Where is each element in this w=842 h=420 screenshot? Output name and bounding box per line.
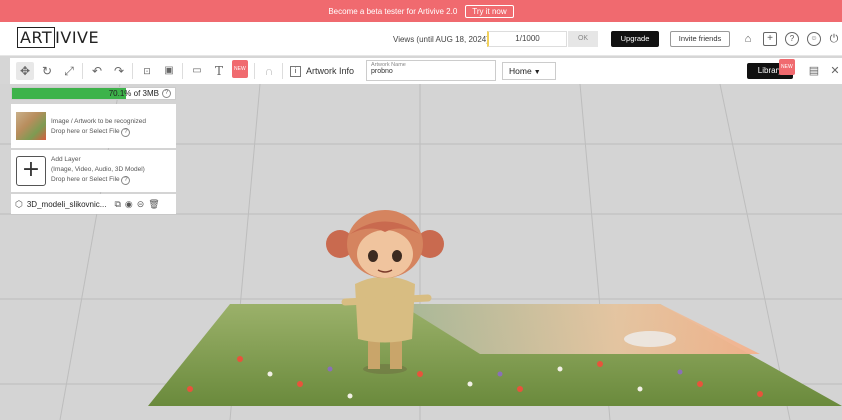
views-label: Views (until AUG 18, 2024) <box>393 35 489 44</box>
trash-icon[interactable]: 🗑 <box>148 199 159 210</box>
layer-item[interactable]: ⬡ 3D_modeli_slikovnic... ⧉ ◉ ⊝ 🗑 <box>11 194 176 214</box>
upgrade-button[interactable]: Upgrade <box>611 31 659 47</box>
add-layer-title: Add Layer <box>51 156 81 163</box>
storage-progress-bar: 70.1% of 3MB ? <box>11 87 176 100</box>
toolbar-divider <box>132 63 133 79</box>
invite-friends-button[interactable]: Invite friends <box>670 31 730 47</box>
artwork-name-field[interactable]: Artwork Name probno <box>366 60 496 81</box>
library-new-badge: NEW <box>779 59 795 75</box>
help-icon[interactable]: ? <box>121 176 131 185</box>
add-layer-plus-icon[interactable]: + <box>16 156 46 186</box>
ok-button[interactable]: OK <box>568 31 598 47</box>
redo-icon[interactable]: ↷ <box>110 62 128 80</box>
visibility-icon[interactable]: ◉ <box>125 199 133 210</box>
help-icon[interactable]: ? <box>121 128 131 137</box>
beta-banner: Become a beta tester for Artivive 2.0 Tr… <box>0 0 842 22</box>
artwork-thumbnail <box>16 112 46 140</box>
folder-icon[interactable]: ▭ <box>188 62 206 80</box>
text-icon[interactable]: T <box>210 62 228 80</box>
frame-icon[interactable]: ▣ <box>160 62 178 80</box>
artwork-name-value: probno <box>371 68 393 75</box>
crop-icon[interactable]: ⊡ <box>138 62 156 80</box>
plus-square-icon[interactable]: + <box>763 32 777 46</box>
move-icon[interactable]: ✥ <box>16 62 34 80</box>
banner-text: Become a beta tester for Artivive 2.0 <box>328 6 458 16</box>
rotate-icon[interactable]: ↻ <box>38 62 56 80</box>
info-icon: i <box>290 65 301 77</box>
help-icon[interactable]: ? <box>162 89 171 98</box>
chevron-down-icon: ▼ <box>533 69 541 76</box>
cube-icon: ⬡ <box>15 198 23 209</box>
library-button[interactable]: Library NEW <box>747 59 795 79</box>
artwork-info-button[interactable]: i Artwork Info <box>290 62 354 80</box>
editor-toolbar: ✥ ↻ ⤢ ↶ ↷ ⊡ ▣ ▭ T ⁘NEW ∩ i Artwork Info … <box>10 58 842 84</box>
home-select[interactable]: Home ▼ <box>502 62 556 80</box>
add-layer-hint[interactable]: Drop here or Select File ? <box>51 175 131 185</box>
add-layer-drop-zone[interactable]: + Add Layer (Image, Video, Audio, 3D Mod… <box>11 150 176 192</box>
storage-progress-label: 70.1% of 3MB ? <box>109 88 171 99</box>
scale-icon[interactable]: ⤢ <box>60 62 78 80</box>
home-icon[interactable]: ⌂ <box>741 32 755 46</box>
toolbar-divider <box>254 63 255 79</box>
effects-icon[interactable]: ⁘NEW <box>232 60 250 80</box>
duplicate-icon[interactable]: ⧉ <box>114 199 120 210</box>
try-it-now-button[interactable]: Try it now <box>465 4 514 18</box>
layer-name: 3D_modeli_slikovnic... <box>26 199 107 209</box>
toolbar-divider <box>82 63 83 79</box>
artwork-drop-hint[interactable]: Drop here or Select File ? <box>51 127 131 137</box>
close-icon[interactable]: ✕ <box>826 62 842 80</box>
undo-icon[interactable]: ↶ <box>88 62 106 80</box>
account-icon[interactable]: ☺ <box>807 32 821 46</box>
lock-icon[interactable]: ⊝ <box>137 199 145 210</box>
save-icon[interactable]: ▤ <box>805 62 823 80</box>
artivive-logo[interactable]: ART IVIVE <box>17 27 99 48</box>
artwork-drop-zone[interactable]: Image / Artwork to be recognized Drop he… <box>11 104 176 148</box>
views-counter: 1/1000 <box>487 31 567 47</box>
magnet-icon[interactable]: ∩ <box>260 62 278 80</box>
help-icon[interactable]: ? <box>785 32 799 46</box>
new-badge: NEW <box>232 60 248 78</box>
top-bar: ART IVIVE Views (until AUG 18, 2024) 1/10… <box>0 22 842 56</box>
power-icon[interactable]: ⏻ <box>827 32 841 46</box>
toolbar-divider <box>282 63 283 79</box>
artwork-drop-title: Image / Artwork to be recognized <box>51 118 147 125</box>
artwork-info-label: Artwork Info <box>306 66 355 76</box>
toolbar-divider <box>182 63 183 79</box>
add-layer-types: (Image, Video, Audio, 3D Model) <box>51 166 145 173</box>
